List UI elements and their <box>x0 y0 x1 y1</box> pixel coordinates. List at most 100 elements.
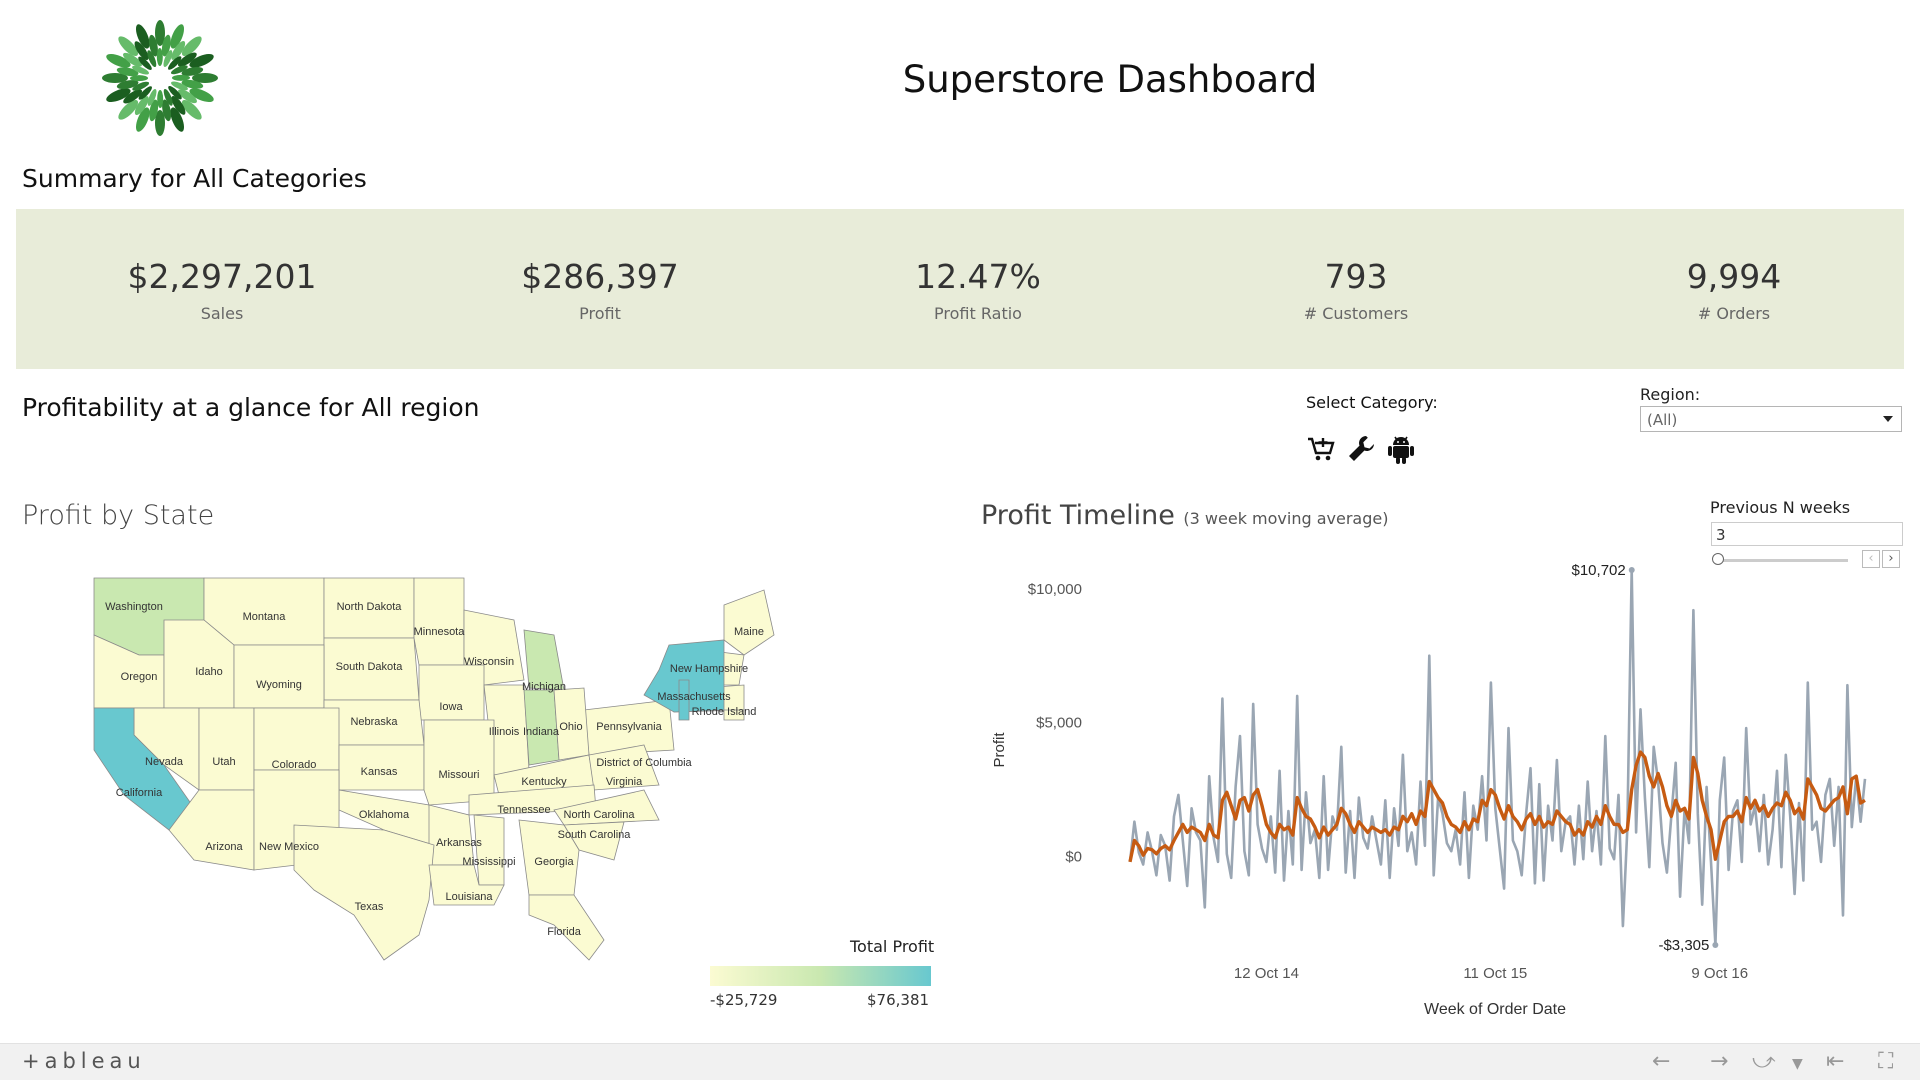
select-category-label: Select Category: <box>1306 393 1438 412</box>
state-label: Georgia <box>534 856 574 868</box>
x-tick-label: 9 Oct 16 <box>1691 965 1748 982</box>
kpi-sales-label: Sales <box>200 304 244 323</box>
state-label: Florida <box>547 926 582 938</box>
kpi-sales: $2,297,201 Sales <box>72 257 372 323</box>
previous-weeks-input[interactable]: 3 <box>1711 522 1903 546</box>
state-minnesota[interactable] <box>413 577 465 666</box>
kpi-sales-value: $2,297,201 <box>127 257 317 296</box>
state-label: Washington <box>105 601 163 613</box>
region-selected-value: (All) <box>1647 411 1678 429</box>
state-label: Kansas <box>361 766 398 778</box>
state-label: Virginia <box>606 776 643 788</box>
state-label: New Mexico <box>259 841 319 853</box>
state-label: Pennsylvania <box>596 721 662 733</box>
state-label: South Dakota <box>336 661 404 673</box>
state-wyoming[interactable] <box>233 644 325 709</box>
state-label: Wyoming <box>256 679 302 691</box>
state-label: Oklahoma <box>359 809 410 821</box>
y-tick-label: $10,000 <box>1028 581 1082 598</box>
previous-weeks-label: Previous N weeks <box>1710 498 1851 517</box>
state-label: Colorado <box>272 759 317 771</box>
kpi-band: $2,297,201 Sales $286,397 Profit 12.47% … <box>16 209 1904 369</box>
kpi-customers-value: 793 <box>1324 257 1388 296</box>
category-selector <box>1306 432 1416 466</box>
chevron-down-icon <box>1883 416 1893 422</box>
state-label: California <box>116 787 163 799</box>
region-dropdown[interactable]: (All) <box>1640 406 1902 432</box>
state-missouri[interactable] <box>423 719 495 806</box>
kpi-profit-ratio-label: Profit Ratio <box>934 304 1022 323</box>
kpi-profit-ratio-value: 12.47% <box>915 257 1041 296</box>
x-axis-label: Week of Order Date <box>1424 1001 1566 1018</box>
state-label: Louisiana <box>445 891 493 903</box>
tableau-logo: +ableau <box>22 1049 146 1073</box>
state-label: North Dakota <box>337 601 403 613</box>
kpi-profit-value: $286,397 <box>521 257 679 296</box>
state-label: Missouri <box>439 769 480 781</box>
kpi-orders: 9,994 # Orders <box>1584 257 1884 323</box>
state-label: Tennessee <box>497 804 550 816</box>
legend-max-label: $76,381 <box>867 991 930 1009</box>
wrench-icon[interactable] <box>1346 432 1376 466</box>
y-tick-label: $5,000 <box>1036 715 1082 732</box>
state-label: South Carolina <box>558 829 632 841</box>
max-annotation: $10,702 <box>1572 562 1626 579</box>
state-label: Montana <box>243 611 287 623</box>
android-icon[interactable] <box>1386 432 1416 466</box>
forward-icon[interactable]: → <box>1710 1049 1728 1074</box>
state-utah[interactable] <box>198 707 255 791</box>
x-tick-label: 11 Oct 15 <box>1463 965 1527 982</box>
reset-icon[interactable]: ⇤ <box>1826 1049 1844 1074</box>
profit-timeline-chart[interactable]: $10,000 $5,000 $0 Profit 12 Oct 14 11 Oct 15 9… <box>960 550 1920 1030</box>
state-label: District of Columbia <box>596 757 692 769</box>
kpi-customers: 793 # Customers <box>1206 257 1506 323</box>
tableau-footer <box>0 1043 1920 1080</box>
state-label: Oregon <box>121 671 158 683</box>
revert-icon[interactable]: ⤻ <box>1752 1049 1776 1074</box>
kpi-customers-label: # Customers <box>1303 304 1409 323</box>
dashboard-title: Superstore Dashboard <box>902 58 1318 101</box>
state-label: Minnesota <box>414 626 466 638</box>
back-icon[interactable]: ← <box>1652 1049 1670 1074</box>
state-label: Wisconsin <box>464 656 514 668</box>
min-point-marker <box>1712 942 1719 948</box>
state-label: Arkansas <box>436 837 482 849</box>
profit-by-state-map[interactable]: Washington Montana North Dakota Minnesota Ma… <box>84 560 914 1020</box>
timeline-title: Profit Timeline (3 week moving average) <box>981 500 1388 531</box>
state-label: Nevada <box>145 756 184 768</box>
y-tick-label: $0 <box>1065 849 1082 866</box>
kpi-orders-label: # Orders <box>1697 304 1771 323</box>
state-mississippi[interactable] <box>473 814 505 886</box>
state-label: Massachusetts <box>657 691 731 703</box>
dropdown-icon[interactable]: ▼ <box>1792 1056 1803 1072</box>
state-label: New Hampshire <box>670 663 748 675</box>
profitability-title: Profitability at a glance for All region <box>22 393 480 422</box>
state-label: Mississippi <box>462 856 515 868</box>
summary-title: Summary for All Categories <box>22 164 367 193</box>
timeline-title-text: Profit Timeline <box>981 500 1175 531</box>
state-label: Michigan <box>522 681 566 693</box>
kpi-profit-label: Profit <box>579 304 621 323</box>
legend-color-bar <box>710 966 931 986</box>
kpi-profit-ratio: 12.47% Profit Ratio <box>828 257 1128 323</box>
state-label: Indiana <box>523 726 560 738</box>
profit-series-line[interactable] <box>1128 568 1867 947</box>
fullscreen-icon[interactable]: ⛶ <box>1878 1049 1893 1074</box>
state-label: Texas <box>355 901 384 913</box>
state-label: Idaho <box>195 666 223 678</box>
state-maine[interactable] <box>723 589 775 656</box>
state-label: Maine <box>734 626 764 638</box>
state-label: Arizona <box>205 841 243 853</box>
min-annotation: -$3,305 <box>1658 937 1709 954</box>
kpi-orders-value: 9,994 <box>1686 257 1782 296</box>
state-label: Kentucky <box>521 776 567 788</box>
cart-plus-icon[interactable] <box>1306 432 1336 466</box>
legend-min-label: -$25,729 <box>710 991 778 1009</box>
y-axis-label: Profit <box>991 732 1008 768</box>
state-label: Iowa <box>439 701 463 713</box>
max-point-marker <box>1628 567 1635 573</box>
state-label: North Carolina <box>564 809 636 821</box>
kpi-profit: $286,397 Profit <box>450 257 750 323</box>
state-label: Utah <box>212 756 235 768</box>
state-label: Nebraska <box>350 716 398 728</box>
